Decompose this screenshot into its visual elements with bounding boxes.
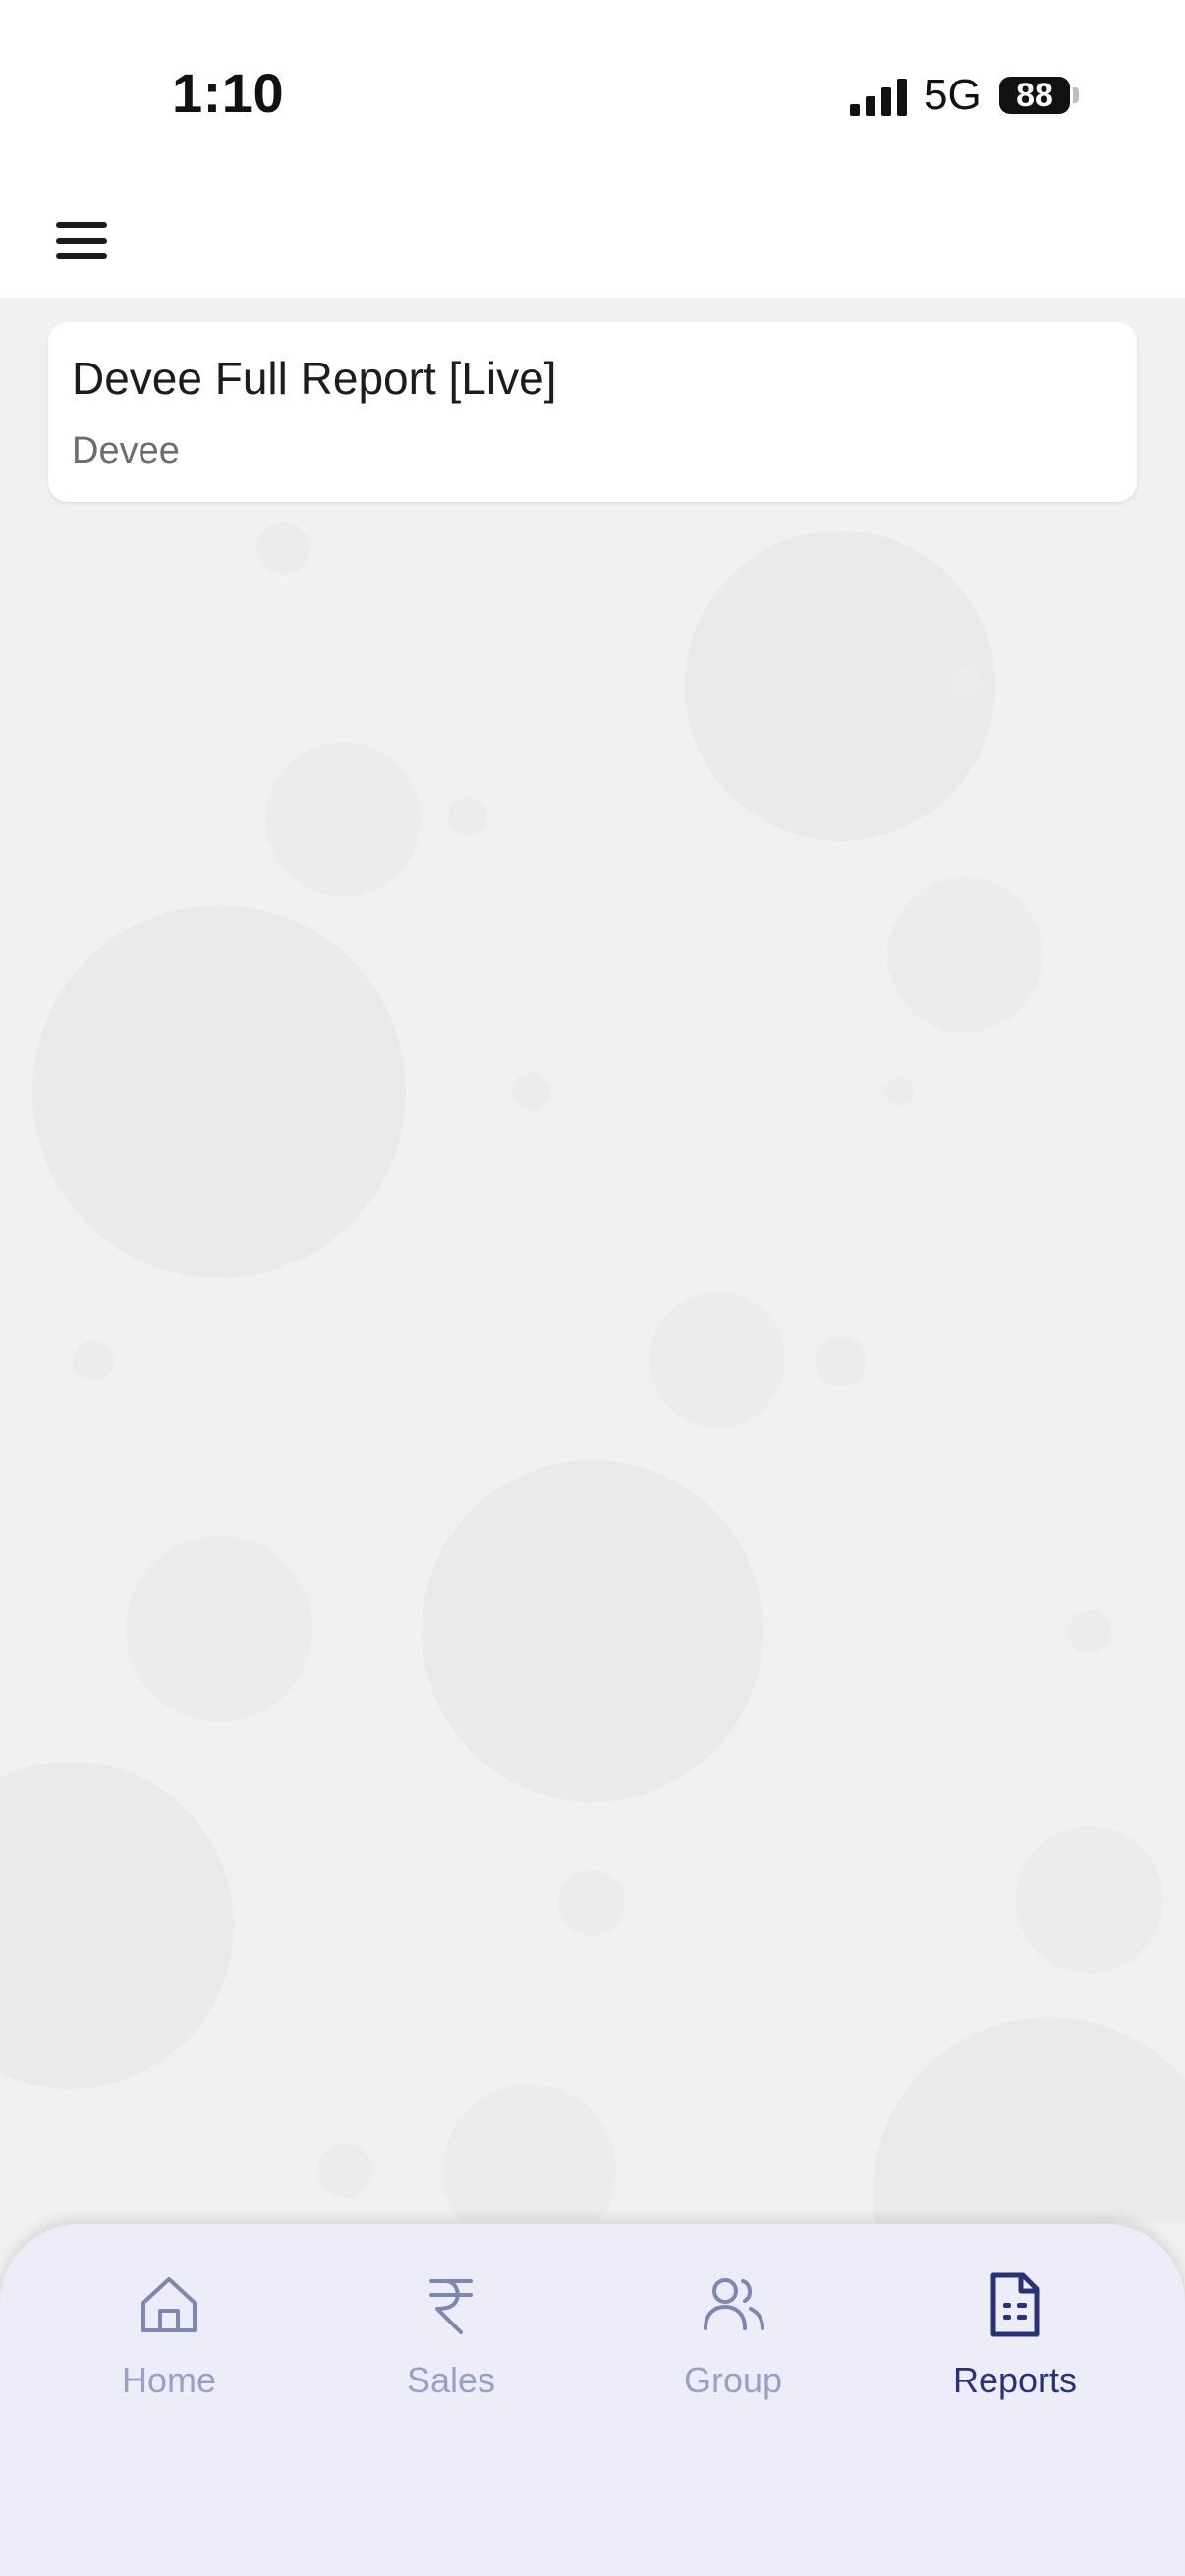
bubble (422, 1460, 763, 1802)
home-icon (141, 2277, 197, 2332)
bubble (873, 2017, 1185, 2223)
bubble (1016, 1826, 1163, 1974)
bubble (443, 2084, 616, 2223)
report-subtitle: Devee (72, 430, 180, 472)
app-bar (0, 192, 1185, 298)
nav-label-home: Home (121, 2360, 217, 2400)
nav-item-group[interactable]: Group (635, 2269, 831, 2427)
bubble (256, 522, 310, 575)
bubble (887, 877, 1043, 1033)
rupee-icon (429, 2279, 473, 2334)
bubble (126, 1536, 312, 1722)
battery-cap (1073, 87, 1079, 103)
nav-label-reports: Reports (952, 2360, 1078, 2400)
background-bubbles (0, 298, 1185, 2223)
bottom-navigation: Home Sales Group Reports (0, 2224, 1185, 2576)
report-document-icon (990, 2272, 1040, 2337)
cellular-signal-icon (850, 79, 907, 116)
bubble (32, 905, 406, 1278)
battery-level: 88 (1016, 77, 1053, 114)
status-time: 1:10 (172, 62, 285, 124)
report-title: Devee Full Report [Live] (72, 353, 557, 404)
bubble (1068, 1610, 1111, 1653)
nav-item-home[interactable]: Home (71, 2269, 267, 2427)
bubble (265, 742, 421, 897)
nav-label-group: Group (683, 2360, 783, 2400)
bubble (558, 1870, 625, 1936)
nav-item-sales[interactable]: Sales (353, 2269, 549, 2427)
bubble (317, 2143, 372, 2198)
bubble (816, 1336, 867, 1387)
group-icon (704, 2278, 764, 2330)
bubble (73, 1340, 114, 1381)
report-card[interactable]: Devee Full Report [Live] Devee (48, 322, 1137, 502)
bubble (0, 1762, 234, 2089)
bubble (448, 797, 487, 836)
bubble (649, 1292, 785, 1428)
hamburger-menu-icon[interactable] (54, 216, 111, 265)
bubble (949, 667, 981, 699)
network-type: 5G (924, 71, 982, 119)
bubble (885, 1077, 915, 1106)
nav-label-sales: Sales (406, 2360, 496, 2400)
status-bar: 1:10 5G 88 (0, 0, 1185, 192)
bubble (512, 1072, 551, 1111)
battery-icon: 88 (999, 77, 1070, 114)
nav-item-reports[interactable]: Reports (917, 2269, 1113, 2427)
